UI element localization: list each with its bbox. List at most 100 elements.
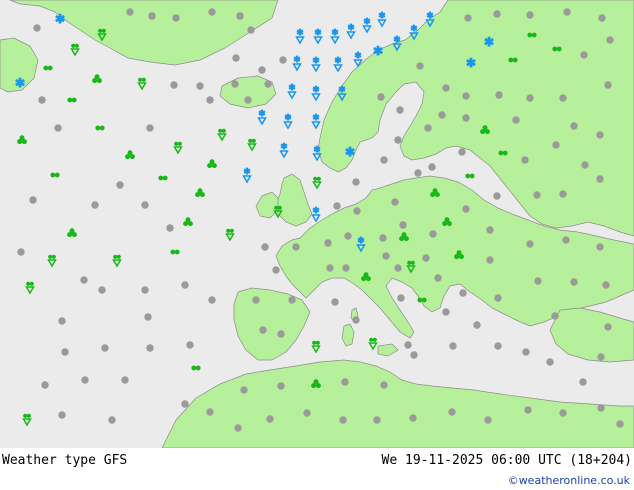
dot-icon [208,8,216,16]
dot-icon [563,8,571,16]
dot-icon [339,416,347,424]
dot-icon [559,409,567,417]
dot-icon [331,298,339,306]
map-title: Weather type GFS [2,453,128,468]
dot-icon [559,190,567,198]
dot-icon [526,11,534,19]
dot-icon [380,381,388,389]
dot-icon [596,131,604,139]
dot-icon [196,82,204,90]
map-timestamp: We 19-11-2025 06:00 UTC (18+204) [381,453,632,468]
snow-icon [54,11,66,27]
dot-icon [579,378,587,386]
dot-icon [272,266,280,274]
dot-icon [534,277,542,285]
snow-icon [372,43,384,59]
dot-icon [81,376,89,384]
dot-icon [428,163,436,171]
dot-icon [462,92,470,100]
dot-icon [247,26,255,34]
dot-icon [414,169,422,177]
dot-icon [252,296,260,304]
dot-icon [397,294,405,302]
weather-map: ✱ ✱ [0,0,634,448]
dot-icon [462,114,470,122]
dot-icon [231,80,239,88]
dot-icon [377,93,385,101]
dot-icon [373,416,381,424]
dot-icon [277,330,285,338]
dot-icon [526,94,534,102]
dot-icon [394,136,402,144]
dot-icon [409,414,417,422]
dot-icon [232,54,240,62]
dot-icon [181,400,189,408]
dot-icon [462,205,470,213]
dot-icon [546,358,554,366]
dot-icon [596,243,604,251]
dot-icon [170,81,178,89]
dot-icon [604,81,612,89]
dot-icon [234,424,242,432]
dot-icon [80,276,88,284]
credit-link[interactable]: ©weatheronline.co.uk [508,474,630,487]
dot-icon [442,84,450,92]
dot-icon [126,8,134,16]
dot-icon [352,178,360,186]
dot-icon [493,10,501,18]
dot-icon [277,382,285,390]
dot-icon [61,348,69,356]
dot-icon [148,12,156,20]
dot-icon [108,416,116,424]
dot-icon [166,224,174,232]
dot-icon [602,281,610,289]
dot-icon [442,308,450,316]
dot-icon [266,415,274,423]
dot-icon [17,248,25,256]
dot-icon [597,404,605,412]
dot-icon [559,94,567,102]
snow-icon [465,55,477,71]
dot-icon [616,420,624,428]
dot-icon [606,36,614,44]
dot-icon [551,312,559,320]
dot-icon [121,376,129,384]
dot-icon [486,256,494,264]
dot-icon [208,296,216,304]
dot-icon [399,221,407,229]
dot-icon [54,124,62,132]
dot-icon [141,201,149,209]
dot-icon [486,226,494,234]
dot-icon [394,264,402,272]
dot-icon [484,416,492,424]
dot-icon [562,236,570,244]
dot-icon [494,294,502,302]
dot-icon [598,14,606,22]
dot-icon [41,381,49,389]
dot-icon [144,313,152,321]
dot-icon [494,342,502,350]
dot-icon [570,122,578,130]
dot-icon [261,243,269,251]
dot-icon [116,181,124,189]
dot-icon [353,207,361,215]
dot-icon [458,148,466,156]
dot-icon [172,14,180,22]
dot-icon [524,406,532,414]
dot-icon [495,91,503,99]
dot-icon [264,80,272,88]
dot-icon [522,348,530,356]
dot-icon [597,353,605,361]
dot-icon [326,264,334,272]
dot-icon [58,317,66,325]
dot-icon [581,161,589,169]
dot-icon [303,409,311,417]
dot-icon [33,24,41,32]
dot-icon [382,252,390,260]
dot-icon [512,116,520,124]
dot-icon [206,96,214,104]
dot-icon [473,321,481,329]
dot-icon [521,156,529,164]
dot-icon [258,66,266,74]
dot-icon [404,341,412,349]
